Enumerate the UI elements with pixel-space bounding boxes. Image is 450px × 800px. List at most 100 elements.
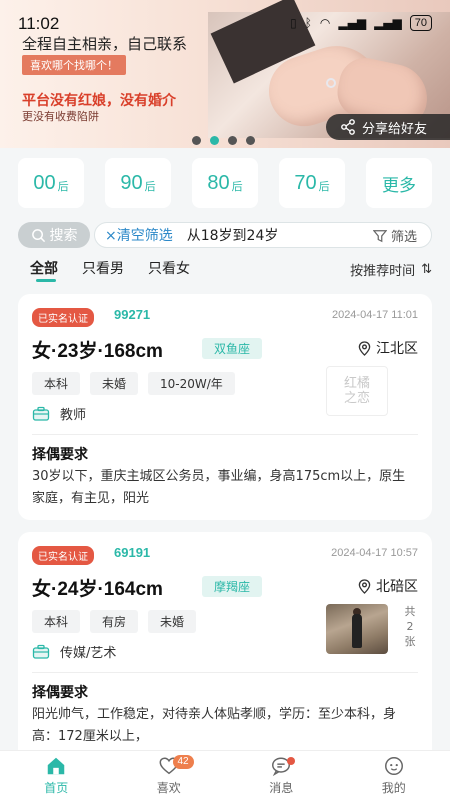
banner-dot-active[interactable] (210, 136, 219, 145)
tag-education: 本科 (32, 372, 81, 395)
logo-text-line2: 之恋 (343, 391, 370, 406)
age-filter-suffix: 后 (144, 180, 156, 193)
location: 北碚区 (358, 576, 418, 596)
main-content: 00 后 90 后 80 后 70 后 更多 搜索 ×清空筛选 从18岁到24岁… (0, 148, 450, 800)
sort-button[interactable]: 按推荐时间 ⇅ (350, 260, 432, 279)
share-label: 分享给好友 (362, 121, 428, 137)
share-button[interactable]: 分享给好友 (326, 114, 450, 140)
banner-subtitle: 更没有收费陷阱 (22, 110, 99, 123)
tag-marital: 未婚 (90, 372, 139, 395)
occupation-text: 传媒/艺术 (60, 646, 117, 661)
likes-count-badge: 42 (172, 755, 194, 769)
profile-tags: 本科 有房 未婚 (32, 610, 197, 633)
nav-likes[interactable]: 42 喜欢 (113, 751, 226, 800)
tab-active-indicator (36, 279, 56, 282)
age-filter-suffix: 后 (318, 180, 330, 193)
profile-card[interactable]: 已实名认证 99271 2024-04-17 11:01 女·23岁·168cm… (18, 294, 432, 520)
search-row: 搜索 ×清空筛选 从18岁到24岁 筛选 (18, 222, 432, 248)
divider (32, 672, 418, 673)
photo-count-prefix: 共 (404, 605, 416, 618)
occupation: 传媒/艺术 (32, 642, 116, 661)
age-filter-70[interactable]: 70 后 (279, 158, 345, 208)
filter-label: 筛选 (390, 230, 417, 245)
promo-banner[interactable]: 11:02 ▯ ᛒ ◠ ▂▄▆ ▂▄▆ 70 全程自主相亲，自己联系 喜欢哪个找… (0, 0, 450, 148)
photo-figure (352, 614, 362, 648)
occupation: 教师 (32, 404, 86, 423)
occupation-text: 教师 (60, 408, 87, 423)
status-bar: 11:02 ▯ ᛒ ◠ ▂▄▆ ▂▄▆ 70 (0, 0, 450, 33)
verified-badge: 已实名认证 (32, 546, 94, 565)
nav-home[interactable]: 首页 (0, 751, 113, 800)
tab-female-only[interactable]: 只看女 (148, 258, 190, 278)
signal-icon: ▂▄▆ (338, 16, 367, 30)
clear-filter-button[interactable]: ×清空筛选 (105, 225, 173, 245)
age-filter-label: 70 (294, 171, 317, 194)
post-date: 2024-04-17 11:01 (331, 309, 418, 321)
filter-button[interactable]: 筛选 (372, 226, 417, 245)
location-text: 江北区 (376, 341, 418, 357)
placeholder-logo: 红橘 之恋 (326, 366, 388, 416)
share-icon (341, 119, 355, 135)
location-pin-icon (358, 578, 371, 594)
nav-home-label: 首页 (44, 781, 69, 795)
zodiac-badge: 双鱼座 (202, 338, 263, 359)
tag-marital: 未婚 (148, 610, 197, 633)
age-filter-suffix: 后 (57, 180, 69, 193)
profile-face-icon (384, 757, 403, 775)
search-button-label: 搜索 (49, 228, 78, 244)
home-icon (48, 757, 65, 775)
vibrate-icon: ▯ (290, 16, 297, 30)
nav-mine-label: 我的 (381, 781, 406, 795)
search-button[interactable]: 搜索 (18, 222, 90, 248)
sort-icon: ⇅ (421, 262, 432, 277)
briefcase-icon (32, 406, 50, 421)
banner-ring (326, 78, 336, 88)
profile-id: 69191 (114, 545, 151, 560)
banner-headline: 平台没有红娘，没有婚介 (22, 93, 176, 109)
profile-card[interactable]: 已实名认证 69191 2024-04-17 10:57 女·24岁·164cm… (18, 532, 432, 772)
banner-dot[interactable] (192, 136, 201, 145)
photo-count-suffix: 张 (404, 635, 416, 648)
tag-income: 10-20W/年 (148, 372, 235, 395)
briefcase-icon (32, 644, 50, 659)
tab-male-only[interactable]: 只看男 (82, 258, 124, 278)
bottom-nav: 首页 42 喜欢 消息 我的 (0, 750, 450, 800)
partner-requirements-title: 择偶要求 (32, 685, 88, 701)
profile-tags: 本科 未婚 10-20W/年 (32, 372, 235, 395)
age-filter-label: 80 (207, 171, 230, 194)
age-filter-row: 00 后 90 后 80 后 70 后 更多 (18, 158, 432, 208)
age-filter-80[interactable]: 80 后 (192, 158, 258, 208)
nav-mine[interactable]: 我的 (338, 751, 450, 800)
banner-dot[interactable] (246, 136, 255, 145)
status-icons: ▯ ᛒ ◠ ▂▄▆ ▂▄▆ 70 (290, 15, 432, 31)
profile-photo[interactable] (326, 604, 388, 654)
age-filter-more-label: 更多 (382, 175, 416, 196)
tag-housing: 有房 (90, 610, 139, 633)
banner-pagination (192, 136, 255, 145)
post-date: 2024-04-17 10:57 (331, 547, 418, 559)
location: 江北区 (358, 338, 418, 358)
bluetooth-icon: ᛒ (304, 16, 312, 30)
photo-count: 共 2 张 (402, 604, 418, 649)
verified-badge: 已实名认证 (32, 308, 94, 327)
age-filter-more[interactable]: 更多 (366, 158, 432, 208)
battery-icon: 70 (409, 15, 432, 31)
profile-headline: 女·23岁·168cm (32, 341, 163, 362)
sort-label: 按推荐时间 (350, 264, 416, 279)
age-filter-label: 90 (120, 171, 143, 194)
tab-all[interactable]: 全部 (30, 258, 58, 278)
photo-count-number: 2 (406, 620, 414, 633)
age-filter-00[interactable]: 00 后 (18, 158, 84, 208)
age-filter-90[interactable]: 90 后 (105, 158, 171, 208)
location-text: 北碚区 (376, 579, 418, 595)
banner-dot[interactable] (228, 136, 237, 145)
partner-requirements-title: 择偶要求 (32, 447, 88, 463)
nav-messages[interactable]: 消息 (225, 751, 338, 800)
divider (32, 434, 418, 435)
partner-requirements-text: 30岁以下，重庆主城区公务员，事业编，身高175cm以上，原生家庭，有主见，阳光 (32, 469, 406, 506)
wifi-icon: ◠ (319, 16, 331, 30)
partner-requirements-text: 阳光帅气，工作稳定，对待亲人体贴孝顺，学历：至少本科，身高：172厘米以上， (32, 707, 397, 744)
nav-messages-label: 消息 (269, 781, 294, 795)
profile-headline: 女·24岁·164cm (32, 579, 163, 600)
profile-id: 99271 (114, 307, 151, 322)
